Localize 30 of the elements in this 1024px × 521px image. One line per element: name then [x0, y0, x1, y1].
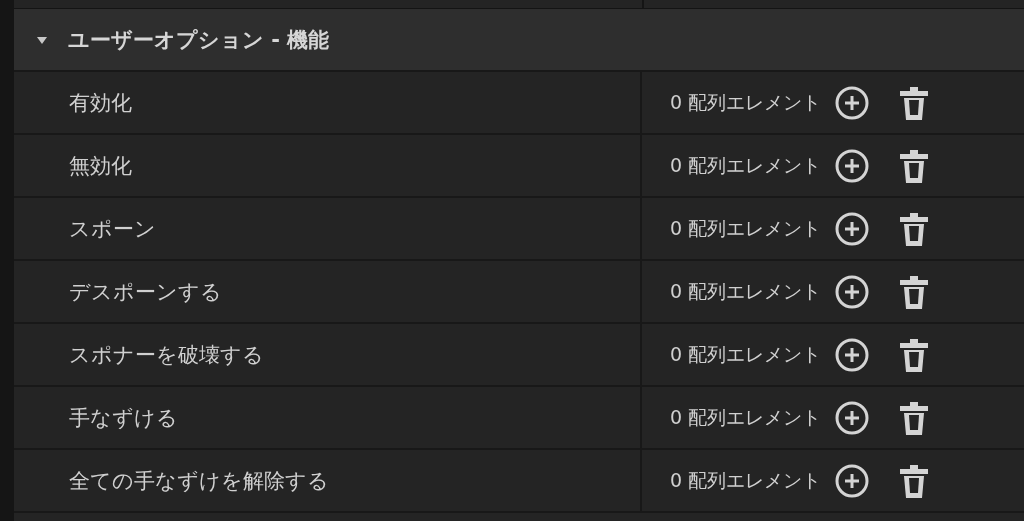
add-icon[interactable] — [835, 85, 870, 120]
array-count: 0 配列エレメント — [670, 89, 822, 115]
add-icon[interactable] — [835, 337, 870, 372]
delete-icon[interactable] — [899, 336, 930, 373]
delete-icon[interactable] — [899, 84, 930, 121]
delete-icon[interactable] — [899, 399, 930, 436]
property-label: 手なずける — [69, 404, 178, 432]
section-header[interactable]: ユーザーオプション - 機能 — [14, 9, 1024, 72]
property-label: デスポーンする — [69, 278, 222, 306]
array-count: 0 配列エレメント — [670, 278, 822, 304]
array-count: 0 配列エレメント — [670, 152, 822, 178]
array-count: 0 配列エレメント — [670, 467, 822, 493]
array-count: 0 配列エレメント — [670, 215, 822, 241]
array-count: 0 配列エレメント — [670, 341, 822, 367]
add-icon[interactable] — [835, 400, 870, 435]
delete-icon[interactable] — [899, 210, 930, 247]
delete-icon[interactable] — [899, 273, 930, 310]
property-label: 全ての手なずけを解除する — [69, 467, 329, 495]
add-icon[interactable] — [835, 274, 870, 309]
add-icon[interactable] — [835, 148, 870, 183]
delete-icon[interactable] — [899, 462, 930, 499]
property-label: 無効化 — [69, 152, 132, 180]
add-icon[interactable] — [835, 463, 870, 498]
delete-icon[interactable] — [899, 147, 930, 184]
property-label: スポーン — [69, 215, 156, 243]
add-icon[interactable] — [835, 211, 870, 246]
property-label: スポナーを破壊する — [69, 341, 264, 369]
section-title: ユーザーオプション - 機能 — [68, 26, 330, 54]
array-count: 0 配列エレメント — [670, 404, 822, 430]
property-label: 有効化 — [69, 89, 132, 117]
